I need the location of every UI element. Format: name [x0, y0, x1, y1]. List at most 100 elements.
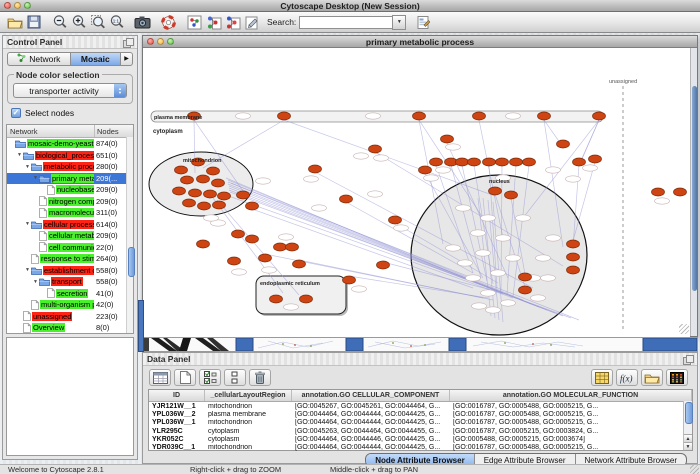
network-node[interactable]	[259, 254, 272, 262]
network-node[interactable]	[593, 112, 606, 120]
network-node[interactable]	[652, 188, 665, 196]
unselect-attributes-icon[interactable]	[224, 369, 246, 386]
tree-row[interactable]: cell communicat22(0)	[7, 242, 133, 254]
main-titlebar[interactable]: Cytoscape Desktop (New Session)	[0, 0, 700, 12]
table-cell[interactable]: YJR121W__1	[149, 403, 205, 410]
tab-mosaic[interactable]: Mosaic	[70, 52, 121, 66]
network-node[interactable]	[293, 260, 306, 268]
table-scrollbar[interactable]: ▲ ▼	[683, 401, 692, 450]
network-view-titlebar[interactable]: primary metabolic process	[143, 36, 697, 48]
tree-column-network[interactable]: Network	[7, 125, 95, 137]
table-cell[interactable]: cytoplasm	[205, 428, 292, 435]
filter-network-icon[interactable]	[223, 13, 242, 31]
tree-row[interactable]: nitrogen compo209(0)	[7, 196, 133, 208]
float-panel-icon[interactable]	[123, 38, 133, 47]
tree-row[interactable]: ▼biological_process651(0)	[7, 150, 133, 162]
network-node[interactable]	[181, 176, 194, 184]
network-node[interactable]	[175, 166, 188, 174]
tree-row[interactable]: ▼primary metabo209(...	[7, 173, 133, 185]
network-node[interactable]	[674, 188, 687, 196]
table-cell[interactable]: [GO:0044464, GO:0044444, GO:0044425, G..…	[292, 419, 450, 426]
network-node[interactable]	[213, 201, 226, 209]
table-row[interactable]: YDR039C__1mitochondrion[GO:0044464, GO:0…	[149, 443, 692, 451]
tree-row[interactable]: secretion41(0)	[7, 288, 133, 300]
import-attributes-icon[interactable]	[641, 369, 663, 386]
background-window-sliver[interactable]	[643, 338, 697, 351]
network-node[interactable]	[473, 112, 486, 120]
edit-network-icon[interactable]	[242, 13, 261, 31]
network-vertical-scrollbar[interactable]	[690, 48, 697, 336]
table-cell[interactable]: YPL036W__2	[149, 411, 205, 418]
table-column-header[interactable]: annotation.GO MOLECULAR_FUNCTION	[450, 390, 692, 401]
more-tabs-arrow[interactable]: ▶	[121, 52, 133, 66]
tree-row[interactable]: multi-organism pro42(0)	[7, 299, 133, 311]
table-row[interactable]: YLR295Ccytoplasm[GO:0045263, GO:0044464,…	[149, 427, 692, 435]
attribute-editor-icon[interactable]	[413, 13, 432, 31]
network-node[interactable]	[483, 158, 496, 166]
tree-expander-icon[interactable]: ▼	[16, 152, 23, 158]
network-node[interactable]	[246, 235, 259, 243]
network-node[interactable]	[441, 135, 454, 143]
tree-scrollbar[interactable]	[126, 137, 133, 333]
table-column-header[interactable]: _cellularLayoutRegion	[205, 390, 292, 401]
network-node[interactable]	[218, 192, 231, 200]
table-cell[interactable]: YPL036W__1	[149, 419, 205, 426]
tree-row[interactable]: ▼transport558(0)	[7, 276, 133, 288]
network-node[interactable]	[489, 187, 502, 195]
network-node[interactable]	[573, 158, 586, 166]
table-cell[interactable]: mitochondrion	[205, 444, 292, 451]
network-node[interactable]	[198, 202, 211, 210]
network-node[interactable]	[278, 112, 291, 120]
zoom-in-icon[interactable]	[69, 13, 88, 31]
network-node[interactable]	[567, 266, 580, 274]
node-color-dropdown[interactable]: transporter activity ▲▼	[13, 83, 127, 98]
table-row[interactable]: YPL036W__2plasma membrane[GO:0044464, GO…	[149, 410, 692, 418]
network-node[interactable]	[496, 158, 509, 166]
window-resize-grip[interactable]	[690, 465, 699, 474]
network-node[interactable]	[456, 158, 469, 166]
table-cell[interactable]: [GO:0005488, GO:0005215, GO:0003674]	[450, 436, 692, 443]
attribute-table-icon[interactable]	[591, 369, 613, 386]
network-node[interactable]	[300, 295, 313, 303]
network-node[interactable]	[538, 112, 551, 120]
table-scrollbar-thumb[interactable]	[685, 402, 693, 424]
tree-row[interactable]: mosaic-demo-yeast874(0)	[7, 138, 133, 150]
background-window-sliver[interactable]	[346, 338, 363, 351]
network-node[interactable]	[369, 145, 382, 153]
tree-row[interactable]: macromolecule311(0)	[7, 207, 133, 219]
table-cell[interactable]: [GO:0016787, GO:0005488, GO:0005215, G..…	[450, 403, 692, 410]
table-cell[interactable]: [GO:0016787, GO:0005488, GO:0005215, G..…	[450, 419, 692, 426]
table-cell[interactable]: [GO:0045263, GO:0044464, GO:0044455, G..…	[292, 428, 450, 435]
create-network-view-icon[interactable]	[185, 13, 204, 31]
network-node[interactable]	[204, 190, 217, 198]
delete-attribute-icon[interactable]	[249, 369, 271, 386]
network-node[interactable]	[523, 158, 536, 166]
network-node[interactable]	[183, 199, 196, 207]
background-window-edge[interactable]	[138, 300, 144, 352]
table-cell[interactable]: [GO:0016787, GO:0005488, GO:0005215, G..…	[450, 411, 692, 418]
select-nodes-checkbox[interactable]: ✓	[11, 108, 21, 118]
network-node[interactable]	[309, 165, 322, 173]
table-column-header[interactable]: ID	[149, 390, 205, 401]
network-node[interactable]	[510, 158, 523, 166]
select-attributes-icon[interactable]	[199, 369, 221, 386]
attribute-matrix-icon[interactable]	[666, 369, 688, 386]
tree-row[interactable]: cellular metabol209(0)	[7, 230, 133, 242]
table-cell[interactable]: YKR052C	[149, 436, 205, 443]
tree-expander-icon[interactable]: ▼	[24, 267, 31, 273]
table-cell[interactable]: mitochondrion	[205, 419, 292, 426]
network-node[interactable]	[343, 276, 356, 284]
export-image-icon[interactable]	[133, 13, 152, 31]
network-node[interactable]	[246, 202, 259, 210]
network-node[interactable]	[519, 273, 532, 281]
scroll-down-icon[interactable]: ▼	[684, 442, 692, 450]
table-cell[interactable]: cytoplasm	[205, 436, 292, 443]
tree-expander-icon[interactable]: ▼	[24, 164, 31, 170]
table-cell[interactable]: mitochondrion	[205, 403, 292, 410]
background-window-sliver[interactable]	[449, 338, 466, 351]
search-input[interactable]	[299, 16, 392, 29]
network-node[interactable]	[567, 253, 580, 261]
network-canvas[interactable]: plasma membranecytoplasmmitochondrionnuc…	[143, 48, 690, 337]
tree-expander-icon[interactable]: ▼	[24, 221, 31, 227]
tab-network[interactable]: Network	[7, 52, 70, 66]
